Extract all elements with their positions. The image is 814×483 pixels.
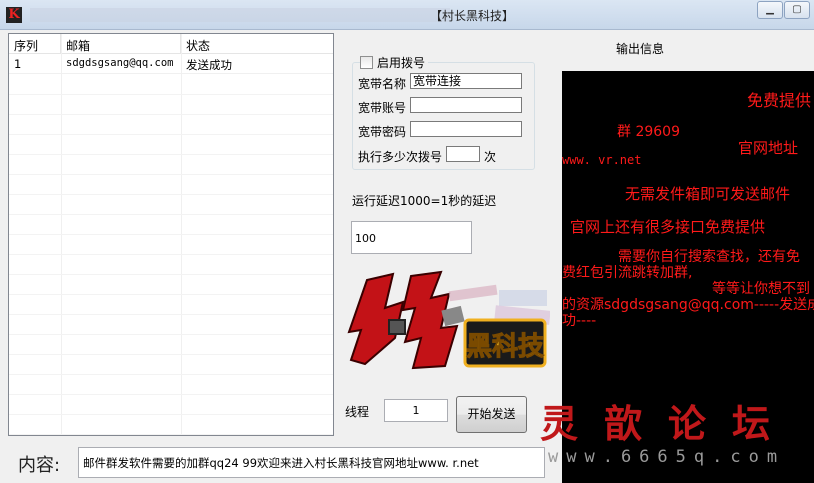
broadband-account-label: 宽带账号: [358, 101, 407, 115]
row-status: 发送成功: [186, 58, 232, 72]
thread-input[interactable]: 1: [384, 399, 448, 422]
table-row[interactable]: 1 sdgdsgsang@qq.com 发送成功: [9, 54, 333, 74]
content-input[interactable]: 邮件群发软件需要的加群qq24 99欢迎来进入村长黑科技官网地址www. r.n…: [78, 447, 545, 478]
broadband-password-input[interactable]: [410, 121, 522, 137]
output-line: 群 29609: [617, 124, 680, 140]
logo-text: 黑科技: [466, 332, 544, 362]
thread-label: 线程: [345, 405, 370, 419]
enable-dial-row[interactable]: 启用拨号: [360, 54, 429, 71]
broadband-name-input[interactable]: 宽带连接: [410, 73, 522, 89]
output-line: 免费提供: [747, 91, 812, 110]
output-line: 费红包引流跳转加群,: [562, 265, 693, 281]
enable-dial-checkbox[interactable]: [360, 56, 373, 69]
delay-label: 运行延迟1000=1秒的延迟: [352, 194, 497, 208]
content-label: 内容:: [18, 455, 61, 476]
watermark-chinese: 灵歆论坛: [540, 401, 797, 446]
delay-input[interactable]: 100: [351, 221, 472, 254]
output-line: 的资源sdgdsgsang@qq.com-----发送成: [562, 297, 814, 313]
start-send-button[interactable]: 开始发送: [456, 396, 527, 433]
column-header-email[interactable]: 邮箱: [61, 34, 181, 53]
row-grid: [9, 75, 333, 435]
broadband-name-label: 宽带名称: [358, 77, 407, 91]
broadband-account-input[interactable]: [410, 97, 522, 113]
title-bar: K 【村长黑科技】 ▁ ▢: [0, 0, 814, 30]
output-line: 官网地址: [738, 139, 799, 157]
output-line: 功----: [562, 313, 597, 329]
dial-count-label: 执行多少次拨号: [358, 150, 443, 164]
output-line: www. vr.net: [562, 153, 642, 167]
row-index: 1: [14, 57, 22, 71]
output-line: 官网上还有很多接口免费提供: [570, 218, 766, 236]
dial-count-input[interactable]: [446, 146, 480, 162]
brand-logo: 黑科技: [345, 268, 551, 378]
window-title: 【村长黑科技】: [430, 9, 515, 23]
title-blur: [30, 8, 450, 22]
row-email: sdgdsgsang@qq.com: [66, 57, 174, 69]
column-header-status[interactable]: 状态: [181, 34, 333, 53]
broadband-password-label: 宽带密码: [358, 125, 407, 139]
email-list[interactable]: 序列 邮箱 状态 1 sdgdsgsang@qq.com 发送成功: [8, 33, 334, 436]
maximize-button[interactable]: ▢: [784, 1, 810, 19]
column-header-index[interactable]: 序列: [9, 34, 61, 53]
list-header: 序列 邮箱 状态: [9, 34, 333, 54]
minimize-button[interactable]: ▁: [757, 1, 783, 19]
output-line: 无需发件箱即可发送邮件: [625, 185, 791, 203]
app-icon: K: [6, 7, 22, 23]
enable-dial-label: 启用拨号: [377, 56, 426, 70]
watermark-url: www.6665q.com: [548, 447, 786, 467]
dial-count-unit: 次: [484, 150, 497, 164]
output-title: 输出信息: [616, 42, 665, 56]
